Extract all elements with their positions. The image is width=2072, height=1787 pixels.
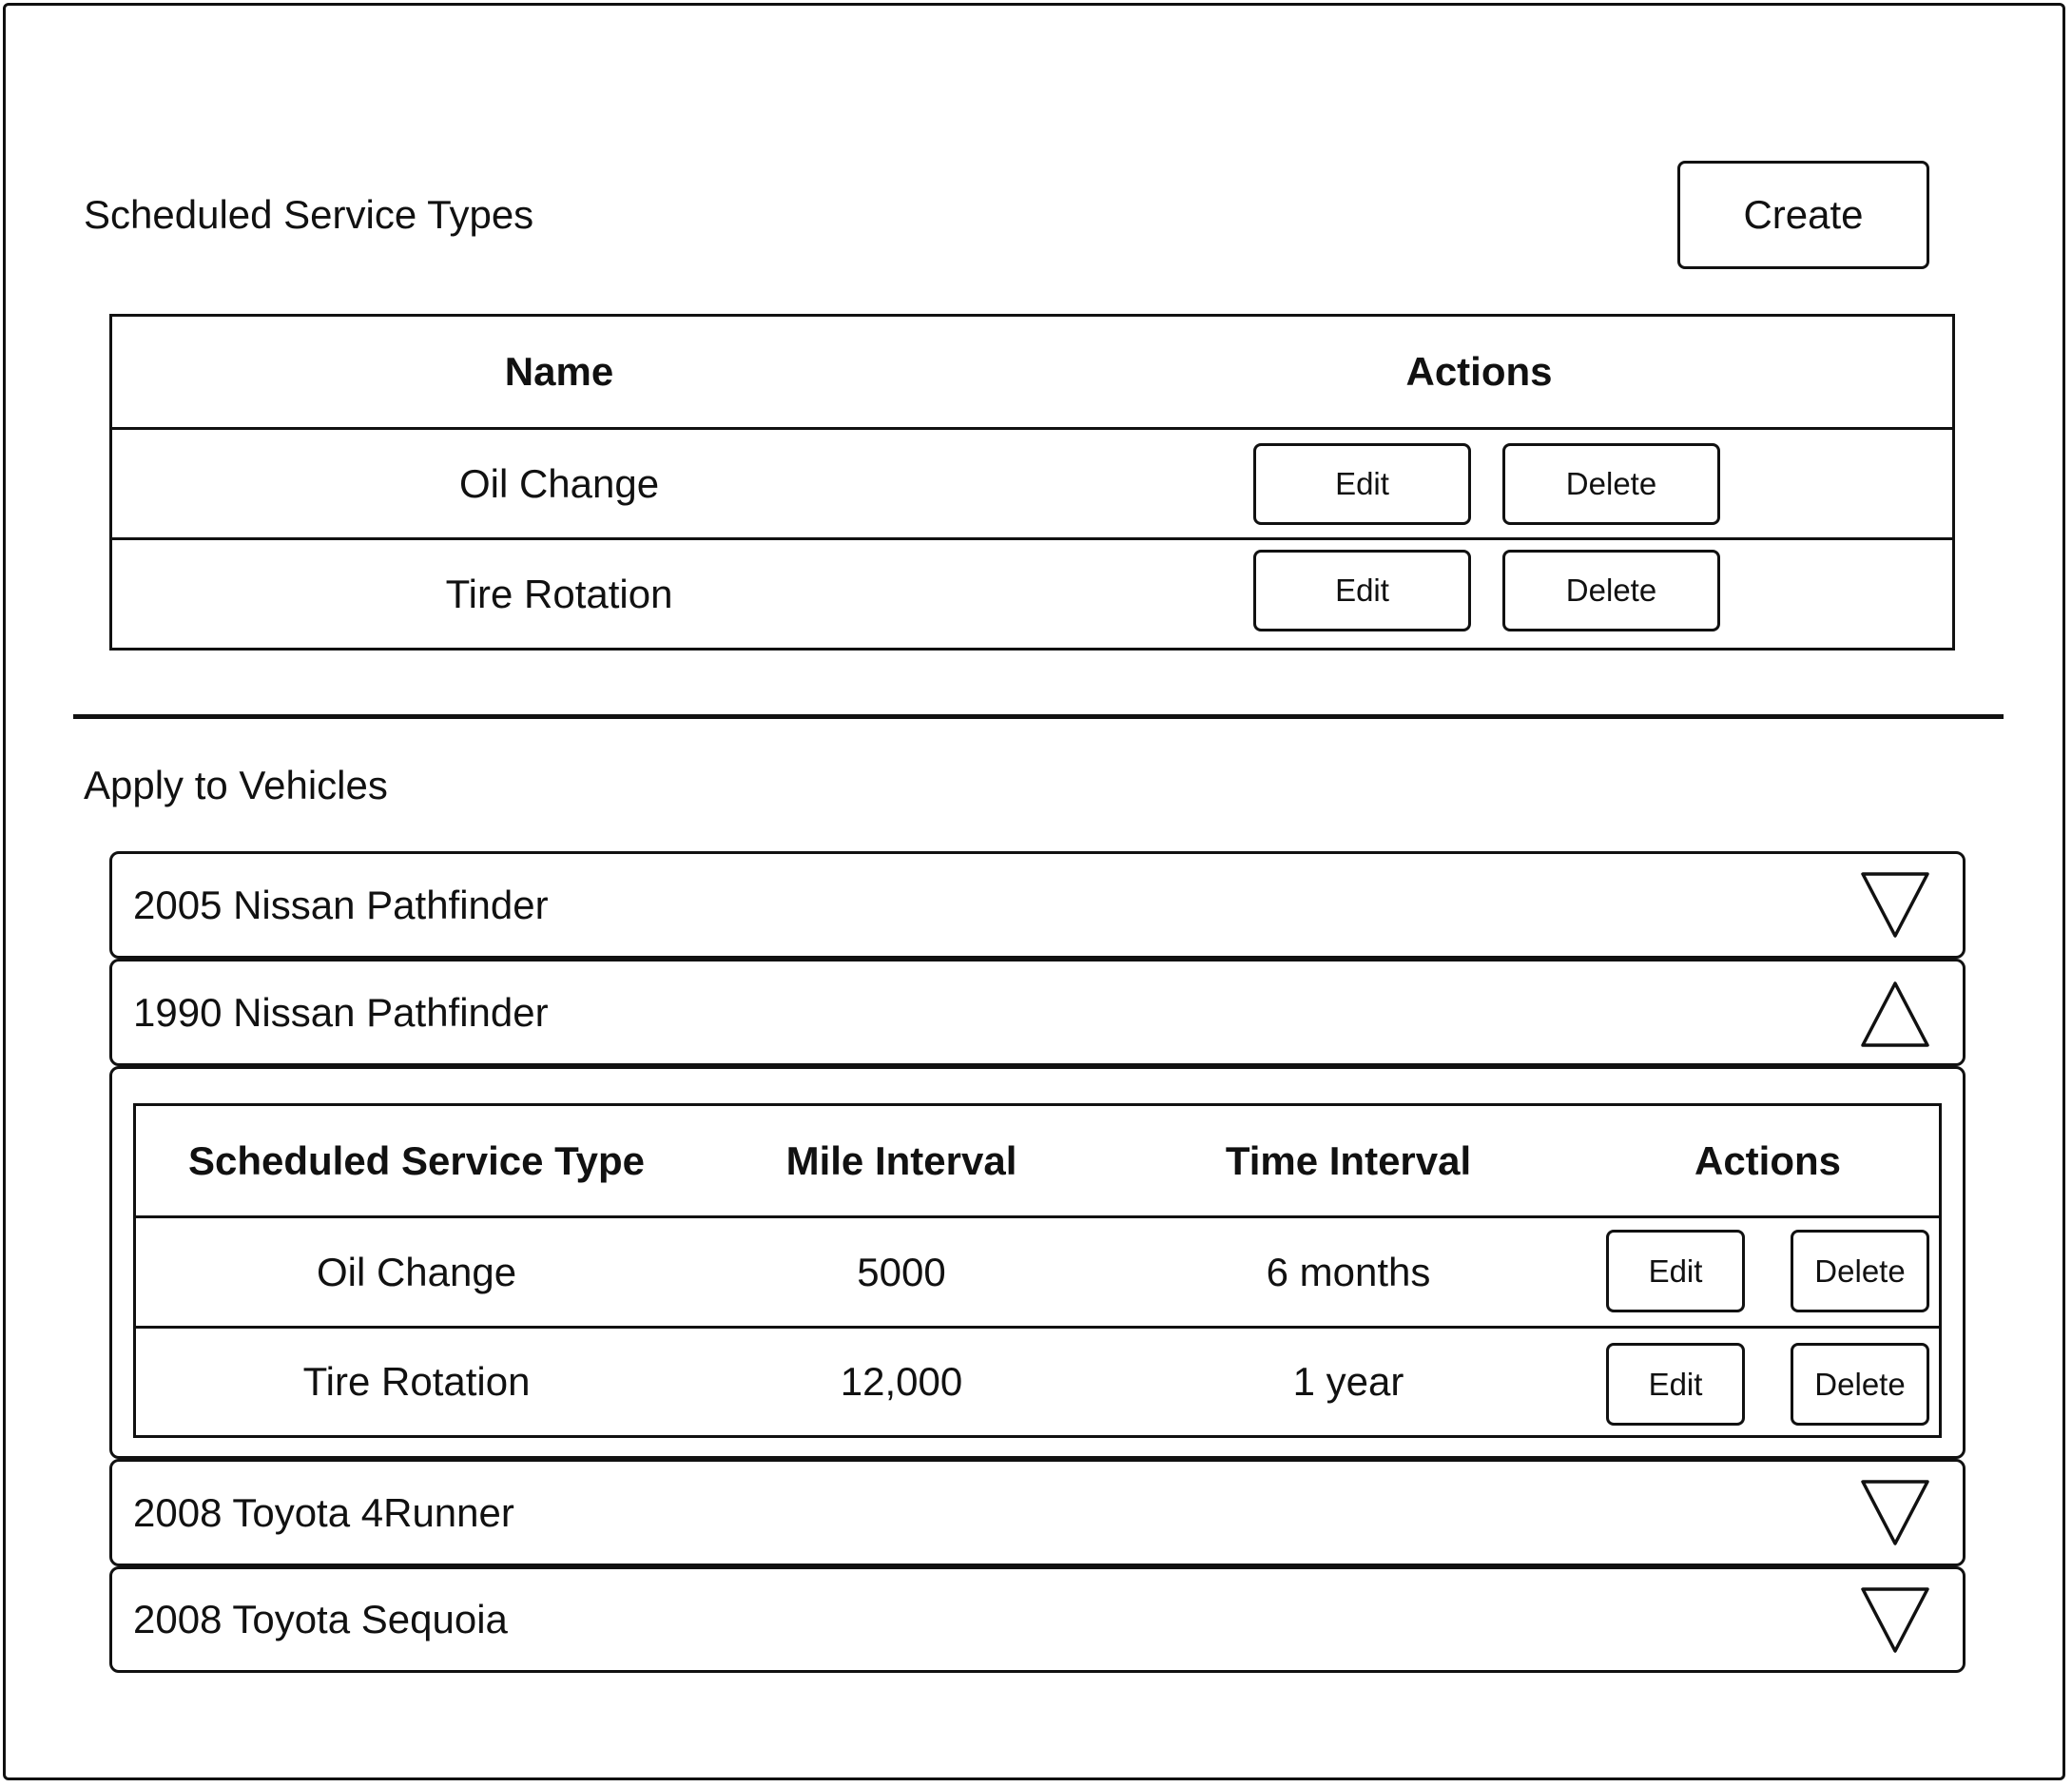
vehicle-label: 2008 Toyota Sequoia: [133, 1597, 508, 1641]
vehicle-accordion-item[interactable]: 2005 Nissan Pathfinder: [109, 851, 1965, 959]
vehicle-expanded-panel: Scheduled Service Type Mile Interval Tim…: [109, 1066, 1965, 1459]
vehicle-accordion-item[interactable]: 1990 Nissan Pathfinder: [109, 959, 1965, 1066]
vehicle-label: 1990 Nissan Pathfinder: [133, 989, 549, 1035]
service-type-name: Oil Change: [458, 460, 660, 506]
service-types-title: Scheduled Service Types: [84, 192, 534, 237]
delete-button[interactable]: Delete: [1791, 1343, 1929, 1426]
vehicle-accordion-item[interactable]: 2008 Toyota Sequoia: [109, 1566, 1965, 1673]
mile-interval-cell: 5000: [857, 1249, 946, 1294]
vehicle-accordion-item[interactable]: 2008 Toyota 4Runner: [109, 1459, 1965, 1566]
column-header-name: Name: [504, 349, 614, 394]
service-types-table: Name Actions Oil Change Edit Delete Tire…: [109, 314, 1955, 651]
time-interval-cell: 6 months: [1266, 1249, 1431, 1294]
vehicle-services-table: Scheduled Service Type Mile Interval Tim…: [133, 1103, 1942, 1438]
service-type-cell: Tire Rotation: [302, 1359, 531, 1404]
edit-button[interactable]: Edit: [1253, 443, 1471, 525]
column-header-service-type: Scheduled Service Type: [187, 1137, 646, 1183]
time-interval-cell: 1 year: [1292, 1359, 1404, 1404]
edit-button[interactable]: Edit: [1606, 1230, 1745, 1312]
delete-button[interactable]: Delete: [1791, 1230, 1929, 1312]
chevron-up-icon[interactable]: [1859, 980, 1931, 1052]
edit-button[interactable]: Edit: [1606, 1343, 1745, 1426]
create-button[interactable]: Create: [1677, 161, 1929, 269]
column-header-actions: Actions: [1405, 349, 1553, 394]
column-header-mile-interval: Mile Interval: [785, 1137, 1017, 1183]
chevron-down-icon[interactable]: [1859, 1475, 1931, 1547]
column-header-time-interval: Time Interval: [1225, 1137, 1472, 1183]
mile-interval-cell: 12,000: [840, 1359, 963, 1404]
delete-button[interactable]: Delete: [1502, 443, 1720, 525]
column-header-actions: Actions: [1694, 1137, 1841, 1183]
service-type-cell: Oil Change: [316, 1249, 517, 1294]
chevron-down-icon[interactable]: [1859, 867, 1931, 940]
delete-button[interactable]: Delete: [1502, 550, 1720, 631]
chevron-down-icon[interactable]: [1859, 1583, 1931, 1655]
vehicle-label: 2008 Toyota 4Runner: [133, 1489, 514, 1535]
section-divider: [73, 714, 2004, 719]
service-type-name: Tire Rotation: [445, 571, 673, 616]
vehicle-label: 2005 Nissan Pathfinder: [133, 882, 549, 927]
vehicles-title: Apply to Vehicles: [84, 763, 388, 807]
edit-button[interactable]: Edit: [1253, 550, 1471, 631]
